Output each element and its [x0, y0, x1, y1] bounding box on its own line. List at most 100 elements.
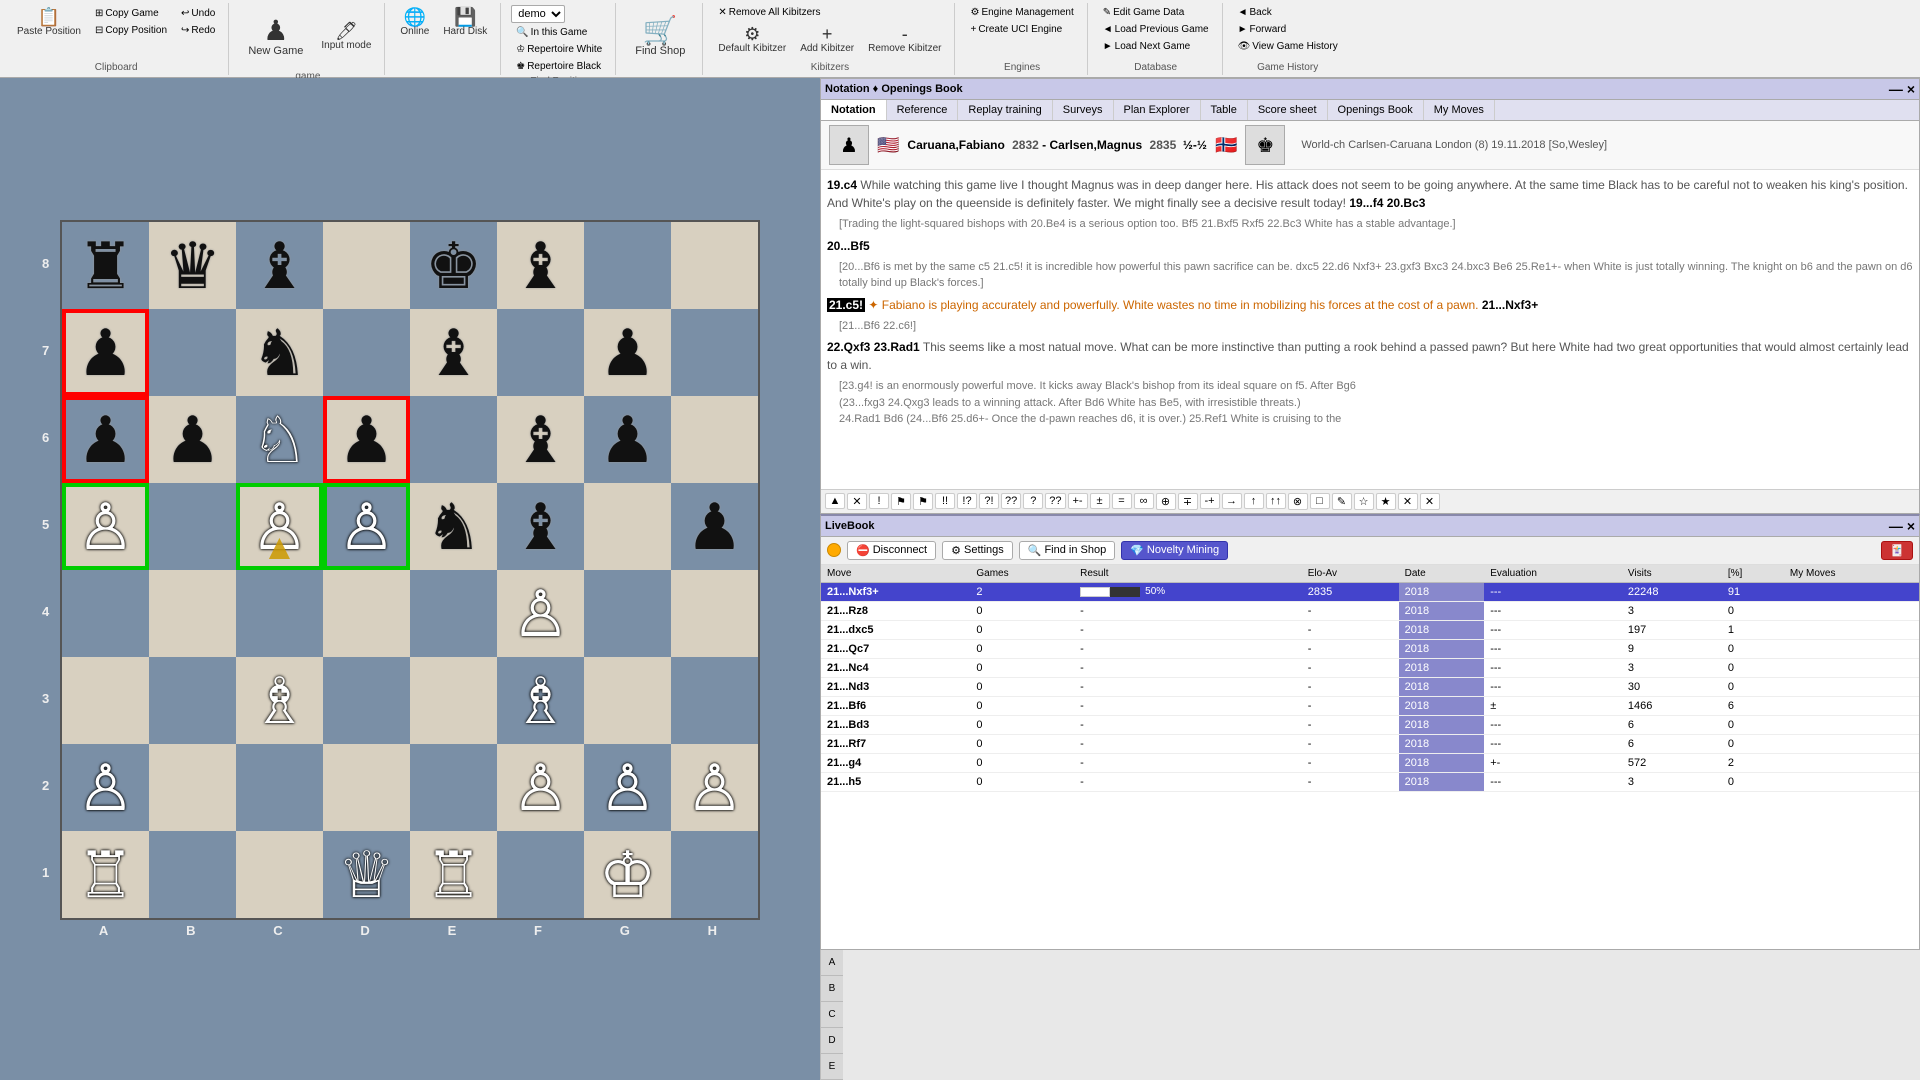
- notation-close-btn[interactable]: ×: [1907, 81, 1915, 97]
- disconnect-button[interactable]: ⛔ Disconnect: [847, 541, 936, 560]
- in-this-game-button[interactable]: 🔍In this Game: [511, 25, 592, 40]
- sym-up[interactable]: ↑: [1244, 493, 1264, 509]
- sym-up2[interactable]: ↑↑: [1266, 493, 1286, 509]
- database-select[interactable]: demo: [511, 5, 565, 23]
- side-icon-1[interactable]: A: [821, 950, 843, 976]
- move-19c4[interactable]: 19.c4: [827, 178, 857, 192]
- square-a1[interactable]: ♖: [62, 831, 149, 918]
- livebook-minimize-btn[interactable]: —: [1889, 518, 1903, 534]
- move-cell[interactable]: 21...Bf6: [821, 696, 970, 715]
- square-c8[interactable]: ♝: [236, 222, 323, 309]
- sym-minus-plus2[interactable]: -+: [1200, 493, 1220, 509]
- sym-arrow[interactable]: →: [1222, 493, 1242, 509]
- move-20bf5[interactable]: 20...Bf5: [827, 239, 870, 253]
- sym-square[interactable]: □: [1310, 493, 1330, 509]
- square-c6[interactable]: ♘: [236, 396, 323, 483]
- sym-exclaim-question[interactable]: !?: [957, 493, 977, 509]
- online-button[interactable]: 🌐 Online: [395, 5, 434, 40]
- back-button[interactable]: ◄Back: [1233, 5, 1277, 20]
- move-cell[interactable]: 21...Nc4: [821, 658, 970, 677]
- square-c3[interactable]: ♗: [236, 657, 323, 744]
- square-c5[interactable]: ♙ ▲: [236, 483, 323, 570]
- square-b8[interactable]: ♛: [149, 222, 236, 309]
- livebook-row[interactable]: 21...Qc7 0 - - 2018 --- 9 0: [821, 639, 1919, 658]
- sym-triangle[interactable]: ▲: [825, 493, 845, 509]
- find-shop-button[interactable]: 🛒 Find Shop: [626, 5, 694, 69]
- square-f4[interactable]: ♙: [497, 570, 584, 657]
- move-cell[interactable]: 21...Nd3: [821, 677, 970, 696]
- square-b1[interactable]: [149, 831, 236, 918]
- livebook-row[interactable]: 21...g4 0 - - 2018 +- 572 2: [821, 753, 1919, 772]
- tab-table[interactable]: Table: [1201, 100, 1248, 120]
- engine-management-button[interactable]: ⚙Engine Management: [965, 5, 1078, 20]
- hard-disk-button[interactable]: 💾 Hard Disk: [438, 5, 492, 40]
- square-d5[interactable]: ♙: [323, 483, 410, 570]
- side-icon-5[interactable]: E: [821, 1054, 843, 1080]
- sym-x4[interactable]: ✕: [1420, 493, 1440, 510]
- view-game-history-button[interactable]: 👁View Game History: [1233, 39, 1343, 54]
- square-a3[interactable]: [62, 657, 149, 744]
- square-e5[interactable]: ♞: [410, 483, 497, 570]
- new-game-button[interactable]: ♟ New Game: [239, 5, 312, 69]
- livebook-row[interactable]: 21...Bd3 0 - - 2018 --- 6 0: [821, 715, 1919, 734]
- square-g3[interactable]: [584, 657, 671, 744]
- move-cell[interactable]: 21...Qc7: [821, 639, 970, 658]
- square-g4[interactable]: [584, 570, 671, 657]
- side-icon-4[interactable]: D: [821, 1028, 843, 1054]
- add-kibitzer-button[interactable]: + Add Kibitzer: [795, 22, 859, 57]
- default-kibitzer-button[interactable]: ⚙ Default Kibitzer: [713, 22, 791, 57]
- square-f5[interactable]: ♝: [497, 483, 584, 570]
- move-23rad1[interactable]: 23.Rad1: [874, 340, 920, 354]
- move-cell[interactable]: 21...h5: [821, 772, 970, 791]
- tab-replay-training[interactable]: Replay training: [958, 100, 1052, 120]
- notation-text[interactable]: 19.c4 While watching this game live I th…: [821, 170, 1919, 489]
- sym-x2[interactable]: ⊗: [1288, 493, 1308, 510]
- square-e3[interactable]: [410, 657, 497, 744]
- square-g6[interactable]: ♟: [584, 396, 671, 483]
- remove-kibitzer-button[interactable]: - Remove Kibitzer: [863, 22, 946, 57]
- tab-my-moves[interactable]: My Moves: [1424, 100, 1495, 120]
- square-b3[interactable]: [149, 657, 236, 744]
- sym-double-exclaim[interactable]: !!: [935, 493, 955, 509]
- novelty-mining-button[interactable]: 💎 Novelty Mining: [1121, 541, 1228, 560]
- livebook-row[interactable]: 21...Nc4 0 - - 2018 --- 3 0: [821, 658, 1919, 677]
- move-21c5[interactable]: 21.c5!: [827, 298, 865, 312]
- square-g8[interactable]: [584, 222, 671, 309]
- square-f2[interactable]: ♙: [497, 744, 584, 831]
- square-e7[interactable]: ♝: [410, 309, 497, 396]
- edit-game-data-button[interactable]: ✎Edit Game Data: [1098, 5, 1190, 20]
- move-20bc3[interactable]: 20.Bc3: [1387, 196, 1426, 210]
- livebook-row[interactable]: 21...h5 0 - - 2018 --- 3 0: [821, 772, 1919, 791]
- square-b6[interactable]: ♟: [149, 396, 236, 483]
- square-f8[interactable]: ♝: [497, 222, 584, 309]
- square-f7[interactable]: [497, 309, 584, 396]
- square-h6[interactable]: [671, 396, 758, 483]
- square-g5[interactable]: [584, 483, 671, 570]
- notation-minimize-btn[interactable]: —: [1889, 81, 1903, 97]
- chess-board[interactable]: ♜ ♛ ♝ ♚ ♝ ♟ ♞ ♝ ♟ ♟ ♟ ♘: [60, 220, 760, 920]
- square-b2[interactable]: [149, 744, 236, 831]
- square-f6[interactable]: ♝: [497, 396, 584, 483]
- square-c7[interactable]: ♞: [236, 309, 323, 396]
- sym-exclaim[interactable]: !: [869, 493, 889, 509]
- livebook-table-container[interactable]: Move Games Result Elo-Av Date Evaluation…: [821, 565, 1919, 950]
- repertoire-white-button[interactable]: ♔Repertoire White: [511, 42, 607, 57]
- square-c2[interactable]: [236, 744, 323, 831]
- square-g7[interactable]: ♟: [584, 309, 671, 396]
- livebook-row[interactable]: 21...Bf6 0 - - 2018 ± 1466 6: [821, 696, 1919, 715]
- sym-circle[interactable]: ⊕: [1156, 493, 1176, 510]
- square-a6[interactable]: ♟: [62, 396, 149, 483]
- sym-question[interactable]: ?: [1023, 493, 1043, 509]
- sym-x[interactable]: ✕: [847, 493, 867, 510]
- paste-position-button[interactable]: 📋 Paste Position: [12, 5, 86, 40]
- move-cell[interactable]: 21...dxc5: [821, 620, 970, 639]
- square-d7[interactable]: [323, 309, 410, 396]
- tab-notation[interactable]: Notation: [821, 100, 887, 120]
- side-icon-3[interactable]: C: [821, 1002, 843, 1028]
- square-d8[interactable]: [323, 222, 410, 309]
- sym-star-full[interactable]: ★: [1376, 493, 1396, 510]
- livebook-row[interactable]: 21...Rf7 0 - - 2018 --- 6 0: [821, 734, 1919, 753]
- square-h3[interactable]: [671, 657, 758, 744]
- sym-flag2[interactable]: ⚑: [913, 493, 933, 510]
- square-a5[interactable]: ♙: [62, 483, 149, 570]
